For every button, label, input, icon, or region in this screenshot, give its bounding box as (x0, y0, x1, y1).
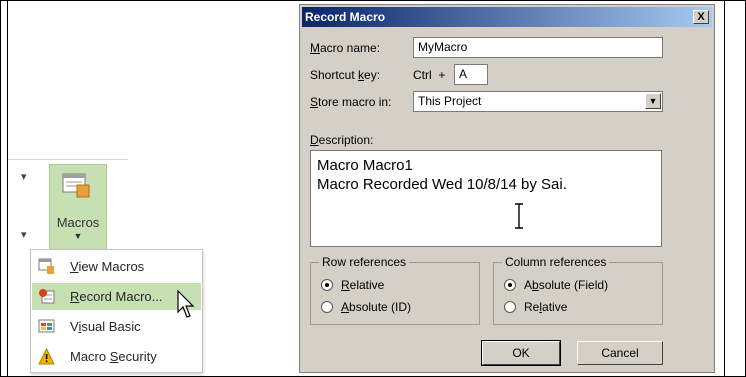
description-line-1: Macro Macro1 (317, 157, 413, 174)
row-references-title: Row references (319, 255, 410, 269)
radio-selected-icon (321, 279, 333, 291)
chevron-down-icon: ▼ (73, 231, 83, 241)
store-macro-value: This Project (418, 94, 482, 108)
macros-icon (62, 173, 90, 198)
radio-unselected-icon (504, 301, 516, 313)
radio-unselected-icon (321, 301, 333, 313)
ribbon-separator (8, 159, 128, 160)
right-divider (724, 0, 725, 377)
description-line-2: Macro Recorded Wed 10/8/14 by Sai. (317, 176, 567, 193)
macros-label: Macros (56, 215, 100, 230)
cancel-button[interactable]: Cancel (577, 341, 663, 365)
menu-item-view-macros[interactable]: View Macros (32, 253, 201, 280)
left-divider (7, 0, 8, 377)
dialog-title: Record Macro (305, 10, 386, 24)
radio-selected-icon (504, 279, 516, 291)
ok-button[interactable]: OK (481, 340, 561, 366)
visual-basic-icon (38, 319, 55, 333)
menu-item-macro-security[interactable]: Macro Security (32, 343, 201, 370)
column-references-group: Column references Absolute (Field) Relat… (493, 255, 663, 325)
warning-icon (38, 348, 55, 365)
view-macros-icon (38, 258, 54, 274)
column-references-title: Column references (502, 255, 610, 269)
ribbon-dropdown-fragment[interactable]: ▾ (21, 170, 27, 183)
description-textarea[interactable]: Macro Macro1 Macro Recorded Wed 10/8/14 … (310, 150, 662, 247)
text-cursor-icon (515, 203, 523, 229)
ribbon-dropdown-fragment-2[interactable]: ▾ (21, 228, 27, 241)
record-macro-icon (39, 289, 55, 304)
shortcut-key-input[interactable]: A (454, 64, 488, 85)
macro-name-label: Macro name: (310, 41, 381, 55)
dropdown-arrow-icon[interactable]: ▼ (645, 93, 661, 109)
ctrl-plus-label: Ctrl + (413, 68, 446, 82)
description-label: Description: (310, 133, 374, 147)
macro-name-input[interactable]: MyMacro (413, 37, 663, 58)
macros-button[interactable]: Macros ▼ (49, 164, 107, 250)
record-macro-dialog: Record Macro X Macro name: MyMacro Short… (299, 4, 715, 373)
store-macro-select[interactable]: This Project ▼ (413, 91, 663, 112)
close-button[interactable]: X (693, 10, 709, 24)
shortcut-key-label: Shortcut key: (310, 68, 381, 82)
row-references-group: Row references Relative Absolute (ID) (310, 255, 480, 325)
mouse-pointer-icon (177, 290, 195, 318)
dialog-titlebar[interactable]: Record Macro X (302, 7, 712, 27)
store-macro-label: Store macro in: (310, 95, 392, 109)
